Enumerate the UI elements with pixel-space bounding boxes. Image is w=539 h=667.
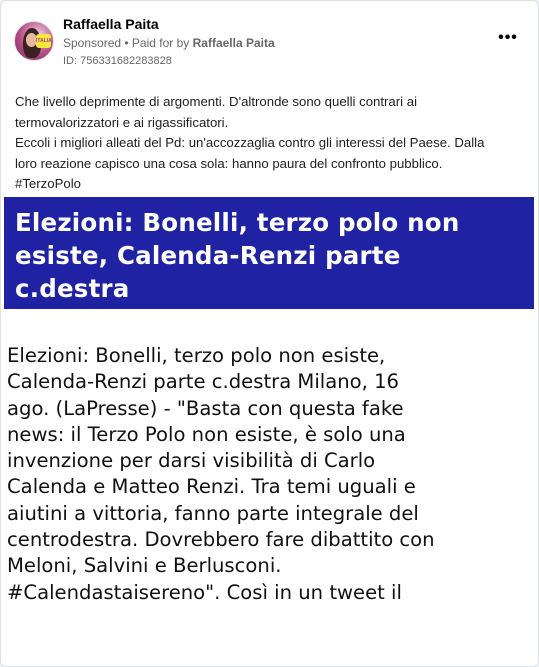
avatar-badge: ITALIA <box>36 34 52 48</box>
banner-line: esiste, Calenda-Renzi parte <box>15 241 401 270</box>
paid-for-by-name: Raffaella Paita <box>192 36 275 50</box>
article-line: Calenda-Renzi parte c.destra Milano, 16 <box>7 370 400 394</box>
article-line: #Calendastaisereno". Così in un tweet il <box>7 580 402 604</box>
avatar[interactable]: ITALIA <box>14 21 54 61</box>
headline-banner: Elezioni: Bonelli, terzo polo non esiste… <box>4 197 534 309</box>
banner-line: c.destra <box>15 274 130 303</box>
ad-id: ID: 756331682283828 <box>63 55 172 67</box>
banner-line: Elezioni: Bonelli, terzo polo non <box>15 208 460 237</box>
post-text-line: Che livello deprimente di argomenti. D'a… <box>15 94 418 109</box>
article-line: Calenda e Matteo Renzi. Tra temi uguali … <box>7 475 416 499</box>
post-text-line: loro reazione capisco una cosa sola: han… <box>15 155 443 171</box>
article-line: invenzione per darsi visibilità di Carlo <box>7 449 376 473</box>
article-line: aiutini a vittoria, fanno parte integral… <box>7 501 419 525</box>
article-line: Meloni, Salvini e Berlusconi. <box>7 554 282 578</box>
meta-separator: • <box>121 36 132 50</box>
more-options-button[interactable]: ••• <box>496 30 520 46</box>
ad-creative-image[interactable]: Elezioni: Bonelli, terzo polo non esiste… <box>1 197 538 666</box>
ad-card: ITALIA Raffaella Paita Sponsored • Paid … <box>0 0 539 667</box>
sponsored-meta: Sponsored • Paid for by Raffaella Paita <box>63 36 275 50</box>
article-line: news: il Terzo Polo non esiste, è solo u… <box>7 422 406 446</box>
sponsored-label: Sponsored <box>63 36 122 50</box>
article-text: Elezioni: Bonelli, terzo polo non esiste… <box>7 343 537 606</box>
post-text: Che livello deprimente di argomenti. D'a… <box>15 92 527 195</box>
paid-for-label: Paid for by <box>131 36 193 50</box>
hashtag-link[interactable]: #TerzoPolo <box>15 174 527 195</box>
post-text-line: Eccoli i migliori alleati del Pd: un'acc… <box>15 135 485 150</box>
article-line: Elezioni: Bonelli, terzo polo non esiste… <box>7 344 386 367</box>
article-line: ago. (LaPresse) - "Basta con questa fake <box>7 396 404 420</box>
article-line: centrodestra. Dovrebbero fare dibattito … <box>7 528 435 552</box>
post-header: ITALIA Raffaella Paita Sponsored • Paid … <box>14 15 526 75</box>
post-text-line: termovalorizzatori e ai rigassificatori. <box>15 114 229 130</box>
author-name[interactable]: Raffaella Paita <box>63 16 159 32</box>
